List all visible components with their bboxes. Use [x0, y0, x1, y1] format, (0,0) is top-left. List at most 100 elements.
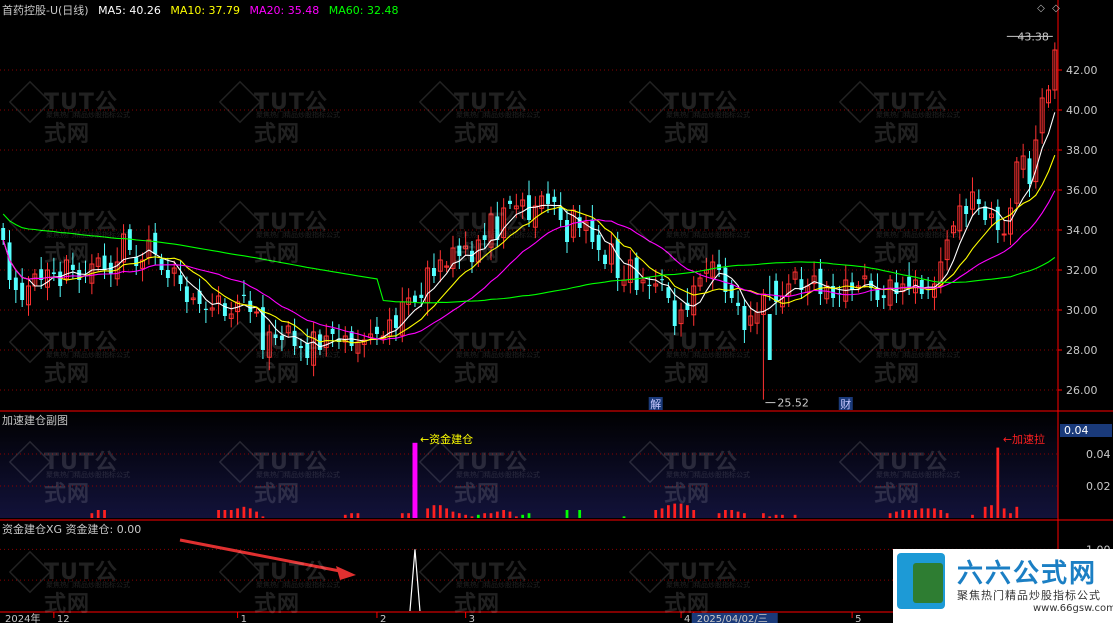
- sub1-bar: [736, 511, 740, 518]
- candle-body: [165, 270, 170, 278]
- candle-body: [1001, 233, 1007, 236]
- candle: [463, 231, 469, 256]
- candle: [831, 273, 836, 307]
- candle: [95, 253, 101, 272]
- candle: [989, 201, 994, 227]
- sub1-bar: [229, 510, 233, 518]
- site-logo-icon-inner: [913, 563, 943, 603]
- candle: [970, 177, 975, 217]
- sub1-bar: [514, 516, 518, 518]
- header-settings-icon[interactable]: ◇: [1051, 4, 1061, 14]
- candle: [450, 235, 456, 278]
- candle: [374, 317, 379, 345]
- x-axis-label: 5: [855, 614, 861, 623]
- candle-body: [666, 287, 671, 298]
- sub1-bar: [483, 513, 487, 518]
- candle-body: [774, 280, 779, 302]
- candle-body: [222, 303, 227, 316]
- candle: [520, 192, 526, 219]
- ma5-value: MA5: 40.26: [98, 4, 161, 17]
- candle: [640, 267, 646, 292]
- candle: [222, 298, 227, 321]
- candle-body: [603, 254, 607, 264]
- candle-body: [298, 346, 303, 348]
- candle-body: [470, 250, 474, 262]
- site-logo-subtitle: 聚焦热门精品炒股指标公式: [957, 589, 1101, 602]
- candle: [951, 221, 956, 238]
- candle: [140, 252, 146, 282]
- candle: [818, 259, 823, 305]
- candle-body: [660, 279, 665, 281]
- candle-body: [546, 193, 550, 204]
- candle: [311, 322, 317, 377]
- candle-body: [184, 286, 189, 302]
- candle: [603, 249, 607, 269]
- candle: [723, 257, 728, 303]
- ma20-value: MA20: 35.48: [249, 4, 320, 17]
- header-expand-icon[interactable]: ◇: [1036, 4, 1046, 14]
- candle: [165, 257, 170, 287]
- candle: [539, 191, 545, 214]
- candle: [546, 181, 550, 213]
- sub1-bar: [793, 514, 797, 518]
- price-tick-label: 38.00: [1066, 144, 1098, 157]
- x-axis-label: 2025/04/02/三: [697, 614, 768, 623]
- event-marker-cai: 财: [840, 397, 851, 411]
- event-marker-jie: 解: [650, 397, 661, 411]
- candles-group: [1, 42, 1058, 400]
- kline-chart[interactable]: 42.00 40.00 38.00 36.00 34.00 32.00 30.00 28.00…: [0, 0, 1113, 623]
- sub1-bar: [457, 513, 461, 518]
- sub1-bar: [983, 506, 987, 518]
- candle: [190, 293, 196, 305]
- candle: [754, 302, 760, 335]
- price-tick-label: 42.00: [1066, 64, 1098, 77]
- candle: [437, 250, 443, 283]
- candle-body: [13, 277, 18, 290]
- sub1-bar: [945, 513, 949, 518]
- candle-body: [254, 311, 260, 314]
- candle: [399, 287, 405, 343]
- candle-body: [292, 330, 297, 346]
- sub1-bar: [445, 508, 449, 518]
- candle: [413, 290, 417, 307]
- sub1-bar: [451, 511, 455, 518]
- candle: [20, 268, 25, 307]
- sub1-bar: [990, 505, 993, 518]
- candle-body: [742, 306, 747, 330]
- pointer-arrow-head: [336, 566, 356, 580]
- candle: [907, 262, 912, 295]
- site-logo-title: 六六公式网: [957, 559, 1098, 589]
- sub1-bar: [730, 510, 734, 518]
- candle-body: [393, 315, 398, 328]
- pointer-arrow-line: [179, 538, 346, 574]
- sub1-bar: [1002, 508, 1006, 518]
- candle: [647, 277, 652, 299]
- sub1-bar: [90, 513, 94, 518]
- candle: [634, 252, 639, 295]
- sub1-bar: [527, 513, 531, 518]
- sub1-bar: [673, 503, 677, 518]
- candle-body: [596, 234, 601, 250]
- price-tick-label: 32.00: [1066, 264, 1098, 277]
- candle: [58, 261, 63, 297]
- candle: [552, 189, 557, 215]
- candle-body: [634, 257, 639, 290]
- sub1-bar: [236, 508, 239, 518]
- candle-body: [995, 206, 1000, 230]
- candle-body: [419, 294, 424, 298]
- sub1-bar: [1015, 506, 1019, 518]
- candle: [13, 270, 18, 303]
- main-header: 首药控股-U(日线) MA5: 40.26 MA10: 37.79 MA20: …: [2, 4, 404, 18]
- candle: [39, 257, 44, 289]
- candle-body: [647, 284, 652, 286]
- sub1-bar: [217, 510, 220, 518]
- candle: [824, 281, 830, 304]
- sub1-bar: [679, 503, 683, 518]
- candle: [767, 275, 772, 360]
- candle-body: [881, 295, 886, 298]
- candle: [32, 269, 38, 291]
- candle-body: [964, 206, 969, 214]
- candle: [432, 253, 436, 283]
- sub1-bar: [223, 510, 227, 518]
- candle: [260, 295, 265, 359]
